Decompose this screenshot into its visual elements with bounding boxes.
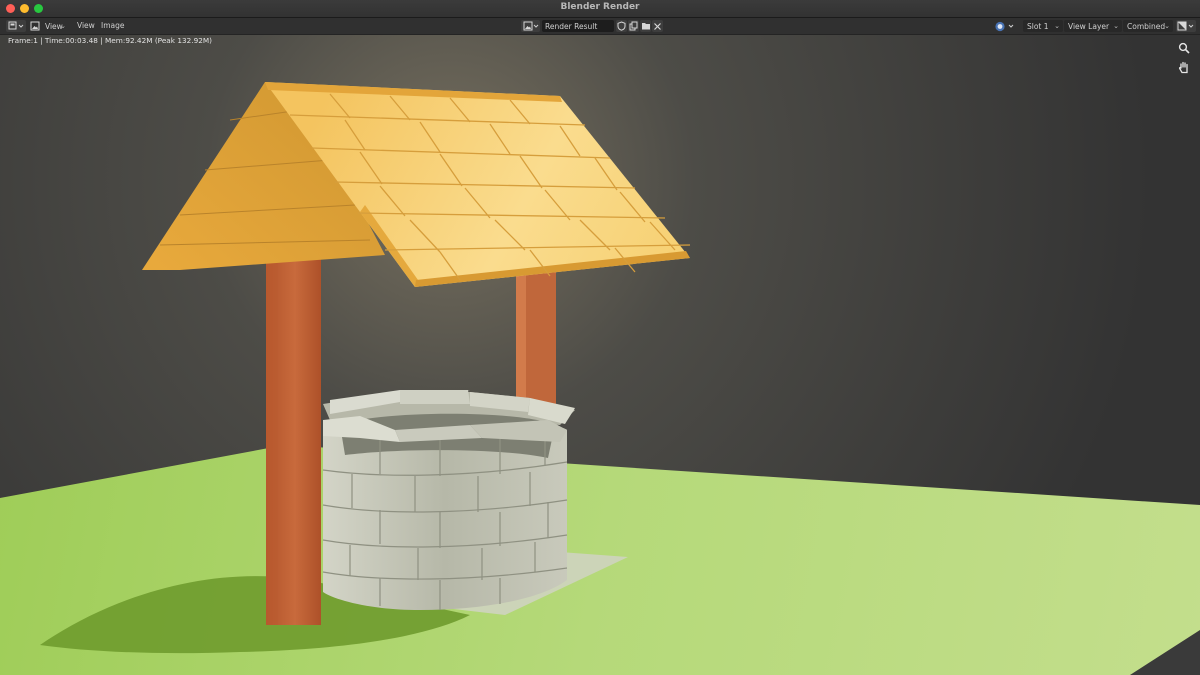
slot-dropdown[interactable]: Slot 1 ⌄ xyxy=(1023,20,1063,32)
pass-value: Combined xyxy=(1127,21,1166,31)
image-editor-header: View ⌄ View Image Render Result Slot 1 ⌄… xyxy=(0,18,1200,35)
blender-window: Blender Render View ⌄ View Image Render … xyxy=(0,0,1200,675)
render-image xyxy=(0,35,1200,675)
zoom-button[interactable] xyxy=(1176,40,1192,56)
render-status-text: Frame:1 | Time:00:03.48 | Mem:92.42M (Pe… xyxy=(8,36,213,45)
image-name-value: Render Result xyxy=(545,21,598,31)
editor-type-button[interactable] xyxy=(6,20,26,32)
title-bar: Blender Render xyxy=(0,0,1200,18)
chevron-down-icon: ⌄ xyxy=(1164,22,1170,30)
shield-icon xyxy=(617,21,626,31)
window-title: Blender Render xyxy=(560,2,640,12)
chevron-down-icon: ⌄ xyxy=(60,22,66,30)
new-image-button[interactable] xyxy=(628,20,639,32)
chevron-down-icon: ⌄ xyxy=(1054,22,1060,30)
render-viewport[interactable] xyxy=(0,35,1200,675)
pan-button[interactable] xyxy=(1176,59,1192,75)
chevron-down-icon: ⌄ xyxy=(1113,22,1119,30)
image-icon xyxy=(30,21,39,31)
image-name-field[interactable]: Render Result xyxy=(542,20,614,32)
fake-user-button[interactable] xyxy=(616,20,627,32)
image-browse-icon xyxy=(523,21,538,31)
view-mode-dropdown[interactable]: View ⌄ xyxy=(41,20,69,32)
editor-type-icon xyxy=(8,21,24,30)
display-mode-icon xyxy=(995,21,1014,31)
pass-dropdown[interactable]: Combined ⌄ xyxy=(1123,20,1173,32)
view-layer-dropdown[interactable]: View Layer ⌄ xyxy=(1064,20,1122,32)
unlink-image-button[interactable] xyxy=(652,20,663,32)
browse-image-button[interactable] xyxy=(521,20,540,32)
folder-icon xyxy=(641,23,650,30)
slot-value: Slot 1 xyxy=(1027,21,1049,31)
menu-view[interactable]: View xyxy=(77,21,95,30)
channel-icon xyxy=(1177,21,1194,31)
open-image-button[interactable] xyxy=(640,20,651,32)
duplicate-icon xyxy=(629,21,638,31)
display-mode-dropdown[interactable] xyxy=(993,20,1019,32)
hand-icon xyxy=(1178,61,1188,73)
image-mode-button[interactable] xyxy=(29,20,40,32)
close-icon xyxy=(654,22,661,30)
channel-display-dropdown[interactable] xyxy=(1176,20,1196,32)
zoom-icon xyxy=(1178,42,1190,54)
view-layer-value: View Layer xyxy=(1068,21,1110,31)
menu-image[interactable]: Image xyxy=(101,21,125,30)
